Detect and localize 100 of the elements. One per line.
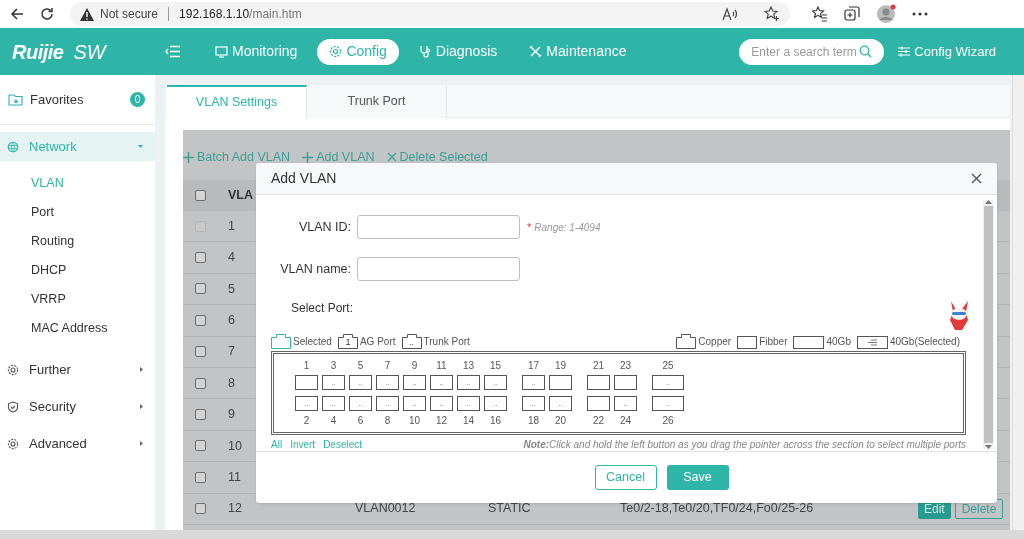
legend-label: Selected [293,334,332,349]
port[interactable] [587,395,610,411]
caret-right-icon [140,441,143,446]
port-icon [271,333,291,349]
input-field[interactable] [357,257,520,281]
caret-right-icon [140,404,143,409]
fiber-port-icon [737,335,758,349]
port-number: 22 [592,414,605,427]
add-favorite-icon[interactable] [764,6,780,22]
count-badge: 0 [130,92,145,107]
scrollbar[interactable] [983,200,994,449]
sidebar-subitem[interactable]: Port [0,198,155,227]
collections-icon[interactable] [844,6,860,22]
legend-label: 40Gb [826,334,851,349]
port-number: 20 [554,414,567,427]
sidebar-subitem[interactable]: DHCP [0,256,155,285]
checkbox[interactable] [195,471,206,483]
port[interactable] [549,374,572,390]
search-icon [859,45,873,58]
read-aloud-icon[interactable] [722,7,738,21]
port[interactable] [587,374,610,390]
favorites-icon[interactable] [812,6,828,22]
port-number: 24 [619,414,632,427]
address-bar[interactable]: Not secure 192.168.1.10/main.htm [70,2,790,26]
port-number: 15 [489,359,502,372]
legend-label: AG Port [359,334,396,349]
profile-icon[interactable] [876,4,896,24]
scrollbar[interactable] [1012,75,1024,530]
checkbox[interactable] [195,252,206,264]
legend-label: Copper [698,334,732,349]
gear-icon [329,45,343,58]
table-cell: 8 [228,375,235,390]
port-number: 5 [357,359,364,372]
stethoscope-icon [418,45,432,58]
checkbox[interactable] [195,314,206,326]
port-number: 17 [527,359,540,372]
plus-icon [183,151,194,163]
table-cell: 10 [228,438,242,453]
table-cell: 1 [228,218,235,233]
close-icon [386,152,397,162]
security-label: Not secure [100,6,159,23]
port-number: 12 [435,414,448,427]
logo-text: Ruijie [12,39,64,65]
scroll-down-icon [985,445,992,449]
scroll-up-icon [985,200,992,204]
port-number: 14 [462,414,475,427]
port-number: 6 [357,414,364,427]
field-label: VLAN name: [279,260,351,278]
sidebar-subitem[interactable]: VRRP [0,285,155,314]
port-number: 23 [619,359,632,372]
table-cell: 5 [228,281,235,296]
sidebar-item[interactable]: Further [0,355,155,384]
sidebar-item[interactable]: Security [0,392,155,421]
checkbox[interactable] [195,440,206,452]
port-number: 16 [489,414,502,427]
legend-label: Fibber [759,334,788,349]
port-number: 9 [411,359,418,372]
checkbox[interactable] [195,409,206,421]
sidebar-subitem[interactable]: MAC Address [0,314,155,343]
table-cell: 12 [228,501,242,516]
port[interactable] [295,374,318,390]
plus-icon [302,151,314,163]
tab[interactable]: Trunk Port [307,85,447,118]
close-icon[interactable] [971,173,982,184]
globe-icon [7,140,19,153]
checkbox[interactable] [195,377,206,389]
shield-icon [7,400,19,413]
menu-icon[interactable] [165,45,181,58]
wide-port-icon [856,335,888,349]
table-cell: 4 [228,250,235,265]
port-number: 21 [592,359,605,372]
sidebar-subitem[interactable]: Routing [0,227,155,256]
table-cell: STATIC [488,501,531,516]
trunk-port-icon: .. [401,333,422,349]
favorites-label[interactable]: Favorites [30,89,130,110]
checkbox[interactable] [195,283,206,295]
search-input[interactable]: Enter a search term [751,42,860,61]
sidebar-item[interactable]: Advanced [0,429,155,458]
port-number: 18 [527,414,540,427]
back-icon[interactable] [10,7,24,21]
table-cell: 11 [228,469,241,484]
refresh-icon[interactable] [40,7,54,21]
port[interactable] [614,374,637,390]
search-field[interactable]: Enter a search term [739,38,885,65]
checkbox[interactable] [195,346,206,358]
checkbox[interactable] [195,190,206,201]
scrollbar[interactable] [0,530,1024,539]
table-cell: Te0/2-18,Te0/20,TF0/24,Fo0/25-26 [620,501,814,516]
range-hint: Range: 1-4094 [534,220,601,235]
more-icon[interactable] [912,12,928,16]
input-field[interactable] [357,215,520,239]
port-number: 10 [408,414,421,427]
checkbox[interactable] [195,503,206,515]
table-cell: VLAN0012 [355,501,416,516]
url-text: 192.168.1.10/main.htm [179,6,302,23]
column-header: VLA [227,187,253,205]
port-number: 8 [384,414,391,427]
note-text: Note:Click and hold the left button as you drag the pointer across the section to select multiple ports [523,438,966,451]
caret-right-icon [140,367,143,372]
field-label: VLAN ID: [297,218,351,236]
